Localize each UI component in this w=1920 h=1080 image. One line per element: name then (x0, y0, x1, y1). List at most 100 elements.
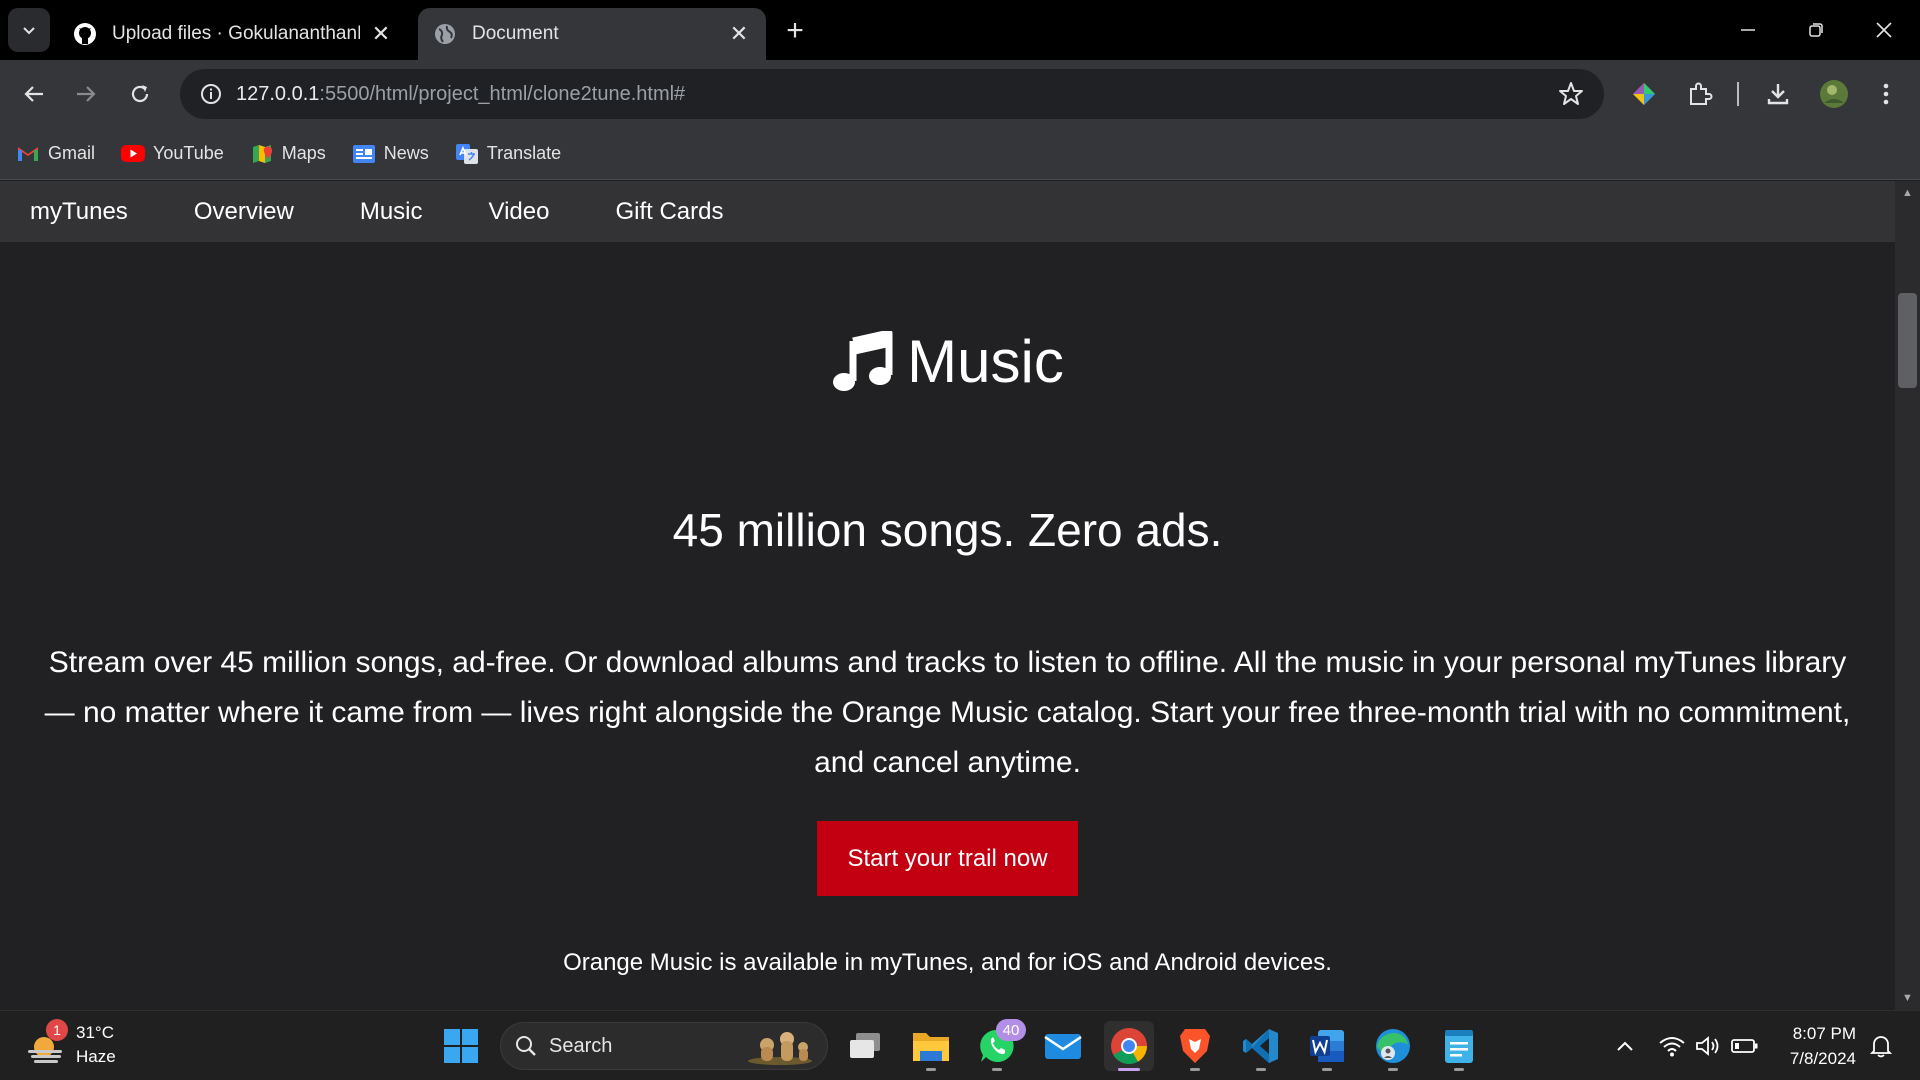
running-indicator (926, 1068, 936, 1071)
bookmark-gmail[interactable]: Gmail (16, 143, 95, 164)
subheading: 45 million songs. Zero ads. (672, 504, 1223, 556)
running-indicator (992, 1068, 1002, 1071)
running-indicator (1256, 1068, 1266, 1071)
youtube-icon (121, 144, 146, 164)
search-label: Search (549, 1034, 613, 1057)
page-viewport: myTunes Overview Music Video Gift Cards … (0, 181, 1895, 1010)
word-icon (1310, 1030, 1344, 1062)
whatsapp-button[interactable]: 40 (972, 1019, 1026, 1071)
file-explorer-button[interactable] (906, 1021, 956, 1071)
restore-button[interactable] (1782, 0, 1850, 60)
weather-badge: 1 (46, 1019, 68, 1041)
folder-icon (913, 1033, 949, 1061)
bookmark-news[interactable]: News (352, 143, 429, 164)
clock-date: 7/8/2024 (1789, 1049, 1856, 1068)
scroll-up-icon[interactable]: ▲ (1895, 183, 1920, 203)
address-bar[interactable]: 127.0.0.1:5500/html/project_html/clone2t… (180, 69, 1604, 119)
browser-toolbar: 127.0.0.1:5500/html/project_html/clone2t… (0, 60, 1920, 128)
windows-icon (444, 1029, 478, 1063)
reload-button[interactable] (118, 72, 162, 116)
profile-avatar[interactable] (1814, 74, 1854, 114)
url-path: :5500/html/project_html/clone2tune.html# (319, 82, 686, 105)
close-tab-icon[interactable]: ✕ (726, 21, 752, 47)
arrow-right-icon (77, 86, 96, 102)
mail-icon (1044, 1034, 1082, 1059)
bookmark-youtube[interactable]: YouTube (121, 143, 224, 164)
running-indicator (1388, 1068, 1398, 1071)
extensions-icon[interactable] (1680, 74, 1720, 114)
start-trial-button[interactable]: Start your trail now (817, 821, 1078, 896)
color-extension-icon[interactable] (1624, 74, 1664, 114)
close-tab-icon[interactable]: ✕ (368, 21, 394, 47)
search-icon (516, 1036, 536, 1056)
bookmark-star-icon[interactable] (1558, 81, 1584, 112)
bookmarks-bar: Gmail YouTube Maps News Translate (0, 128, 1920, 180)
github-icon (72, 21, 98, 47)
nav-video[interactable]: Video (489, 198, 550, 226)
battery-status[interactable] (1728, 1029, 1762, 1063)
wifi-icon (1659, 1037, 1685, 1057)
running-indicator (1322, 1068, 1332, 1071)
availability-text: Orange Music is available in myTunes, an… (563, 949, 1332, 976)
edge-button[interactable] (1368, 1021, 1418, 1071)
forward-button[interactable] (64, 72, 108, 116)
volume-status[interactable] (1692, 1029, 1724, 1063)
gmail-icon (16, 144, 40, 164)
tab-search-button[interactable] (8, 8, 50, 52)
minimize-icon (1741, 29, 1755, 31)
speaker-icon (1696, 1036, 1719, 1056)
bookmark-label: Maps (281, 143, 326, 163)
site-nav: myTunes Overview Music Video Gift Cards (0, 181, 1895, 242)
notepad-icon (1445, 1030, 1473, 1063)
bell-icon (1870, 1036, 1892, 1058)
nav-gift-cards[interactable]: Gift Cards (615, 198, 723, 226)
bookmark-label: Translate (486, 143, 562, 163)
close-window-button[interactable] (1850, 0, 1918, 60)
tab-upload-files[interactable]: Upload files · GokulananthanK/ ✕ (58, 8, 408, 60)
menu-icon[interactable] (1866, 74, 1906, 114)
word-button[interactable] (1302, 1021, 1352, 1071)
arrow-left-icon (24, 86, 43, 102)
tab-document[interactable]: Document ✕ (418, 8, 766, 60)
site-info-icon[interactable] (186, 83, 236, 105)
bookmark-maps[interactable]: Maps (250, 143, 326, 164)
minimize-button[interactable] (1714, 0, 1782, 60)
tray-overflow-button[interactable] (1612, 1029, 1638, 1063)
taskbar: 1 31°C Haze Search 40 8:07 PM 7/8/2024 (0, 1010, 1920, 1080)
active-indicator (1118, 1068, 1140, 1071)
edge-icon (1376, 1029, 1410, 1063)
chrome-icon (1111, 1028, 1147, 1065)
wifi-status[interactable] (1656, 1029, 1688, 1063)
new-tab-button[interactable]: + (778, 14, 812, 48)
scrollbar-thumb[interactable] (1898, 293, 1917, 388)
page-scrollbar[interactable]: ▲ ▼ (1895, 181, 1920, 1010)
description-paragraph: Stream over 45 million songs, ad-free. O… (44, 646, 1851, 779)
start-button[interactable] (436, 1021, 486, 1071)
vscode-icon (1243, 1029, 1278, 1063)
task-view-button[interactable] (840, 1021, 890, 1071)
back-button[interactable] (12, 72, 56, 116)
chrome-button[interactable] (1104, 1021, 1154, 1071)
notepad-button[interactable] (1434, 1021, 1484, 1071)
mail-button[interactable] (1038, 1021, 1088, 1071)
brave-button[interactable] (1170, 1021, 1220, 1071)
notifications-button[interactable] (1866, 1029, 1896, 1063)
nav-mytunes[interactable]: myTunes (30, 198, 128, 226)
globe-icon (432, 21, 458, 47)
whatsapp-badge: 40 (996, 1019, 1026, 1041)
weather-text: 31°C Haze (76, 1021, 116, 1069)
weather-widget[interactable]: 1 31°C Haze (24, 1019, 116, 1069)
vscode-button[interactable] (1236, 1021, 1286, 1071)
nav-music[interactable]: Music (360, 198, 423, 226)
taskbar-search[interactable]: Search (500, 1022, 828, 1070)
bookmark-translate[interactable]: Translate (455, 143, 561, 164)
restore-icon (1809, 23, 1823, 37)
news-icon (352, 144, 376, 164)
nav-overview[interactable]: Overview (194, 198, 294, 226)
tab-strip: Upload files · GokulananthanK/ ✕ Documen… (0, 0, 1920, 60)
music-note-icon (833, 330, 893, 391)
toolbar-divider (1737, 82, 1739, 106)
downloads-icon[interactable] (1758, 74, 1798, 114)
scroll-down-icon[interactable]: ▼ (1895, 988, 1920, 1008)
system-clock[interactable]: 8:07 PM 7/8/2024 (1770, 1021, 1856, 1071)
